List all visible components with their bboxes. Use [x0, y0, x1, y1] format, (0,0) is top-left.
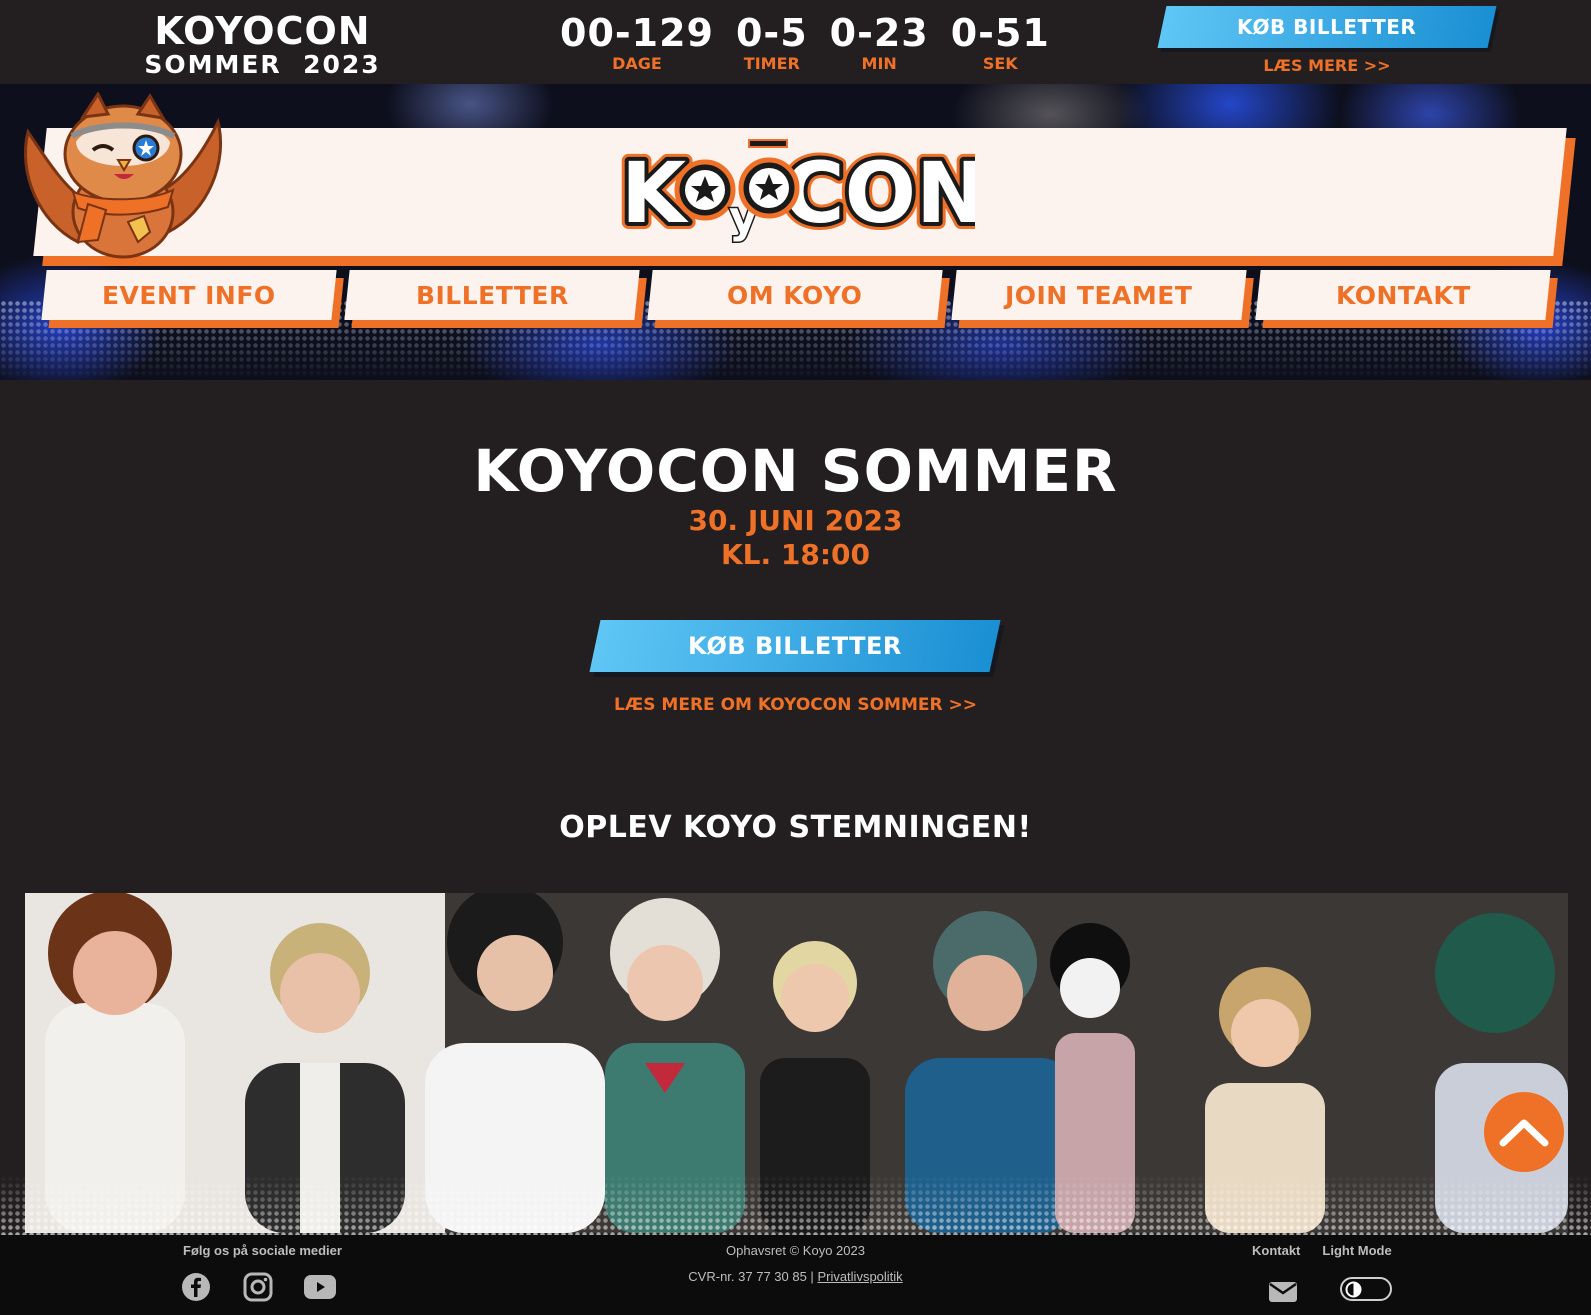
scroll-to-top-button[interactable]: [1484, 1092, 1564, 1172]
countdown-value: 0-5: [735, 11, 808, 55]
nav-item-label: KONTAKT: [1335, 280, 1471, 310]
main-nav: EVENT INFO BILLETTER OM KOYO JOIN TEAMET…: [41, 270, 1554, 330]
contact-link[interactable]: Kontakt: [1252, 1243, 1300, 1258]
countdown-minutes: 0-23 MIN: [830, 10, 929, 80]
event-name-line1: KOYOCON: [154, 9, 371, 53]
read-more-link-top[interactable]: LÆS MERE >>: [1162, 56, 1492, 75]
event-time: KL. 18:00: [720, 538, 871, 571]
nav-item-label: EVENT INFO: [102, 280, 276, 310]
nav-item-label: OM KOYO: [727, 280, 863, 310]
countdown-value: 00-129: [560, 11, 714, 55]
footer-links: Kontakt Light Mode: [1252, 1243, 1392, 1258]
nav-item-join-teamet[interactable]: JOIN TEAMET: [951, 270, 1247, 320]
cvr-number: CVR-nr. 37 77 30 85 |: [688, 1269, 814, 1284]
contrast-icon: [1345, 1281, 1362, 1298]
nav-item-event-info[interactable]: EVENT INFO: [41, 270, 337, 320]
countdown-label: SEK: [982, 54, 1018, 73]
event-name: KOYOCON SOMMER 2023: [130, 12, 395, 77]
countdown-label: MIN: [861, 54, 897, 73]
event-date: 30. JUNI 2023: [688, 504, 903, 537]
countdown-value: 0-51: [950, 11, 1050, 55]
countdown-days: 00-129 DAGE: [560, 10, 714, 80]
halftone-divider-footer: [0, 1175, 1591, 1235]
top-bar: KOYOCON SOMMER 2023 00-129 DAGE 0-5 TIME…: [0, 0, 1591, 84]
buy-tickets-button[interactable]: KØB BILLETTER: [589, 620, 1001, 672]
chevron-up-icon: [1499, 1119, 1549, 1147]
event-name-line2: SOMMER 2023: [144, 50, 381, 79]
countdown-hours: 0-5 TIMER: [736, 10, 808, 80]
privacy-policy-link[interactable]: Privatlivspolitik: [817, 1269, 902, 1284]
koyocon-logo[interactable]: K CON K CON K CON y: [614, 134, 993, 249]
buy-tickets-button-top[interactable]: KØB BILLETTER: [1157, 6, 1497, 48]
nav-item-label: BILLETTER: [415, 280, 569, 310]
owl-mascot: [18, 90, 228, 262]
mail-icon[interactable]: [1268, 1281, 1298, 1303]
countdown-seconds: 0-51 SEK: [951, 10, 1050, 80]
light-mode-label[interactable]: Light Mode: [1322, 1243, 1391, 1258]
nav-item-kontakt[interactable]: KONTAKT: [1255, 270, 1551, 320]
page-title: KOYOCON SOMMER: [473, 437, 1118, 505]
read-more-link[interactable]: LÆS MERE OM KOYOCON SOMMER >>: [0, 695, 1591, 715]
section-title: OPLEV KOYO STEMNINGEN!: [559, 810, 1032, 845]
light-mode-toggle[interactable]: [1340, 1277, 1392, 1301]
nav-item-label: JOIN TEAMET: [1005, 280, 1193, 310]
nav-item-billetter[interactable]: BILLETTER: [344, 270, 640, 320]
countdown-value: 0-23: [829, 11, 929, 55]
countdown: 00-129 DAGE 0-5 TIMER 0-23 MIN 0-51 SEK: [560, 10, 1050, 80]
buy-tickets-label: KØB BILLETTER: [688, 632, 902, 660]
countdown-label: DAGE: [612, 54, 662, 73]
countdown-label: TIMER: [743, 54, 800, 73]
svg-text:CON: CON: [783, 144, 975, 242]
footer: Følg os på sociale medier Ophavsret © Ko…: [0, 1235, 1591, 1315]
nav-item-om-koyo[interactable]: OM KOYO: [647, 270, 943, 320]
buy-tickets-label: KØB BILLETTER: [1237, 15, 1417, 39]
